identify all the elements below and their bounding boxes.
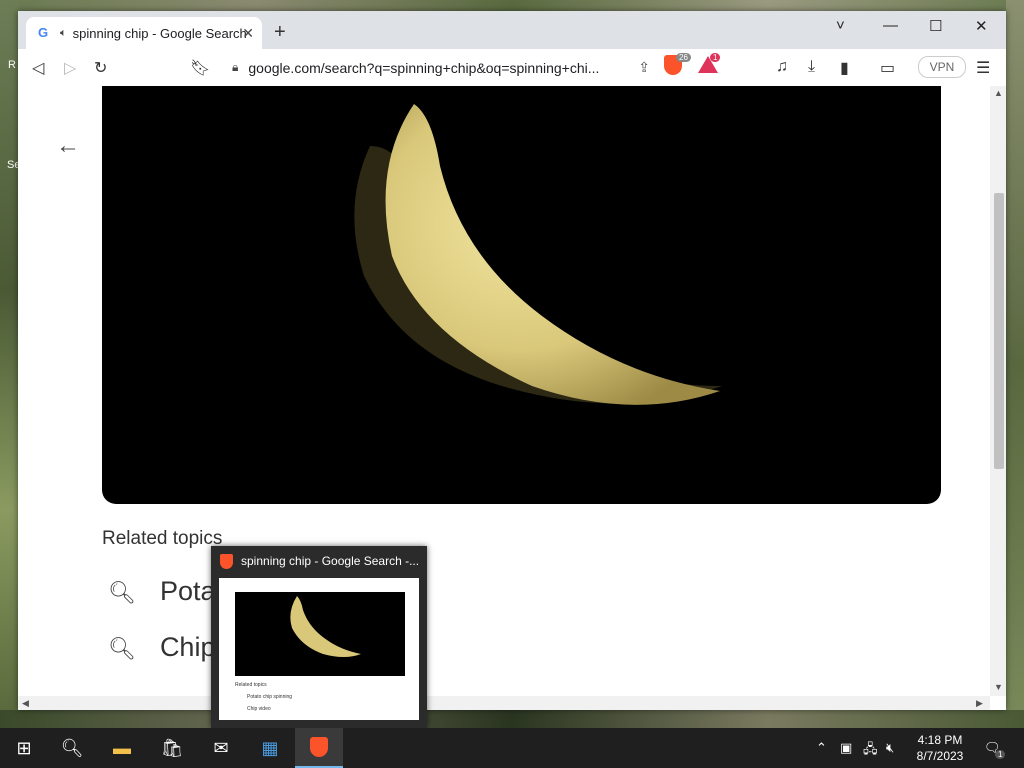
sidebar-icon[interactable]: ▮ — [840, 58, 849, 78]
clock[interactable]: 4:18 PM 8/7/2023 — [910, 732, 970, 764]
volume-muted-icon[interactable]: 🔇︎ — [886, 740, 894, 756]
scroll-up-icon[interactable]: ▲ — [994, 88, 1003, 98]
chevron-up-icon[interactable]: ⌃ — [816, 740, 827, 756]
close-tab-icon[interactable]: ✕ — [242, 25, 254, 42]
network-icon[interactable]: 🖧︎ — [863, 740, 878, 762]
brave-icon — [310, 737, 328, 757]
preview-related-heading: Related topics — [235, 682, 267, 688]
mail-icon: ✉ — [213, 737, 229, 758]
desktop-wallpaper-left — [0, 0, 18, 728]
bookmark-icon[interactable]: 🔖︎ — [190, 58, 210, 78]
vpn-label: VPN — [929, 60, 955, 74]
browser-window: G 🔈︎ spinning chip - Google Search ✕ + ˅… — [18, 11, 1006, 710]
clock-date: 8/7/2023 — [916, 749, 964, 763]
back-arrow-icon[interactable]: ← — [56, 132, 80, 160]
search-icon: 🔍︎ — [108, 636, 136, 661]
preview-related-item: Chip video — [247, 706, 271, 712]
download-icon[interactable]: ⤓ — [808, 58, 815, 76]
preview-thumbnail[interactable]: Related topics Potato chip spinning Chip… — [219, 578, 419, 720]
tab-title: spinning chip - Google Search — [72, 25, 247, 41]
horizontal-scrollbar[interactable]: ◀ ▶ — [18, 696, 990, 710]
taskbar: ⊞ 🔍︎ ▬ 🛍︎ ✉ ▦ ⌃ ▣ 🖧︎ 🔇︎ 4:18 PM 8/7/2023… — [0, 728, 1024, 768]
desktop-wallpaper-bottom — [0, 710, 1024, 728]
wallet-icon[interactable]: ▭ — [880, 58, 895, 78]
store-button[interactable]: 🛍︎ — [148, 728, 196, 768]
address-bar[interactable]: 🔒︎ google.com/search?q=spinning+chip&oq=… — [214, 54, 658, 81]
video-player[interactable] — [102, 86, 941, 504]
start-button[interactable]: ⊞ — [0, 728, 48, 768]
file-explorer-button[interactable]: ▬ — [98, 728, 146, 768]
search-icon: 🔍︎ — [108, 580, 136, 605]
back-icon[interactable]: ◁ — [32, 58, 44, 78]
desktop-wallpaper-right — [1006, 0, 1024, 728]
share-icon[interactable]: ⇪ — [638, 59, 650, 76]
related-item[interactable]: 🔍︎ Potat — [108, 576, 223, 607]
windows-logo-icon: ⊞ — [16, 737, 32, 758]
app-button[interactable]: ▦ — [246, 728, 294, 768]
preview-title: spinning chip - Google Search -... — [241, 554, 420, 568]
media-icon[interactable]: ♫ — [776, 58, 788, 76]
store-icon: 🛍︎ — [160, 737, 184, 758]
related-item-label[interactable]: Chip — [160, 632, 216, 662]
forward-icon[interactable]: ▷ — [64, 58, 76, 78]
speaker-icon[interactable]: 🔈︎ — [60, 27, 67, 40]
tab-strip: G 🔈︎ spinning chip - Google Search ✕ + ˅… — [18, 11, 1006, 49]
taskbar-thumbnail-preview[interactable]: spinning chip - Google Search -... Relat… — [211, 546, 427, 728]
rewards-count-badge: 1 — [710, 53, 721, 62]
page-content: ← Related topics 🔍︎ Potat 🔍︎ Chip — [18, 86, 990, 696]
scrollbar-thumb[interactable] — [994, 193, 1004, 469]
lock-icon[interactable]: 🔒︎ — [232, 60, 238, 75]
menu-icon[interactable]: ☰ — [976, 58, 990, 78]
scroll-right-icon[interactable]: ▶ — [976, 698, 983, 709]
google-g-icon: G — [38, 25, 49, 40]
search-button[interactable]: 🔍︎ — [48, 728, 96, 768]
clock-time: 4:18 PM — [917, 733, 963, 747]
toolbar: ◁ ▷ ↻ 🔖︎ 🔒︎ google.com/search?q=spinning… — [18, 49, 1006, 87]
vertical-scrollbar[interactable]: ▲ ▼ — [990, 86, 1006, 696]
related-item[interactable]: 🔍︎ Chip — [108, 632, 215, 663]
folder-icon: ▬ — [113, 737, 131, 758]
reload-icon[interactable]: ↻ — [94, 58, 107, 78]
search-icon: 🔍︎ — [60, 737, 84, 758]
desktop-wallpaper-top — [0, 0, 1024, 11]
desktop-icon-label[interactable]: R — [8, 59, 16, 71]
potato-chip-image — [290, 596, 361, 657]
app-icon: ▦ — [261, 737, 279, 758]
maximize-button[interactable]: ☐ — [929, 17, 942, 35]
scroll-left-icon[interactable]: ◀ — [22, 698, 29, 709]
preview-video — [235, 592, 405, 676]
vpn-button[interactable]: VPN — [918, 56, 966, 78]
potato-chip-image — [354, 104, 722, 405]
minimize-button[interactable]: — — [883, 17, 898, 34]
shields-count-badge: 26 — [676, 53, 691, 62]
brave-taskbar-button[interactable] — [295, 728, 343, 768]
notification-count-badge: 1 — [995, 750, 1006, 759]
preview-related-item: Potato chip spinning — [247, 694, 293, 700]
tab-search-icon[interactable]: ˅ — [836, 17, 845, 34]
url-text[interactable]: google.com/search?q=spinning+chip&oq=spi… — [248, 60, 608, 76]
related-topics-heading: Related topics — [102, 528, 223, 549]
tab-spinning-chip[interactable]: G 🔈︎ spinning chip - Google Search ✕ — [26, 17, 262, 49]
new-tab-button[interactable]: + — [274, 21, 286, 44]
close-window-button[interactable]: ✕ — [975, 17, 988, 35]
brave-icon — [220, 554, 233, 569]
mail-button[interactable]: ✉ — [197, 728, 245, 768]
meet-now-icon[interactable]: ▣ — [840, 740, 852, 756]
scroll-down-icon[interactable]: ▼ — [994, 682, 1003, 692]
